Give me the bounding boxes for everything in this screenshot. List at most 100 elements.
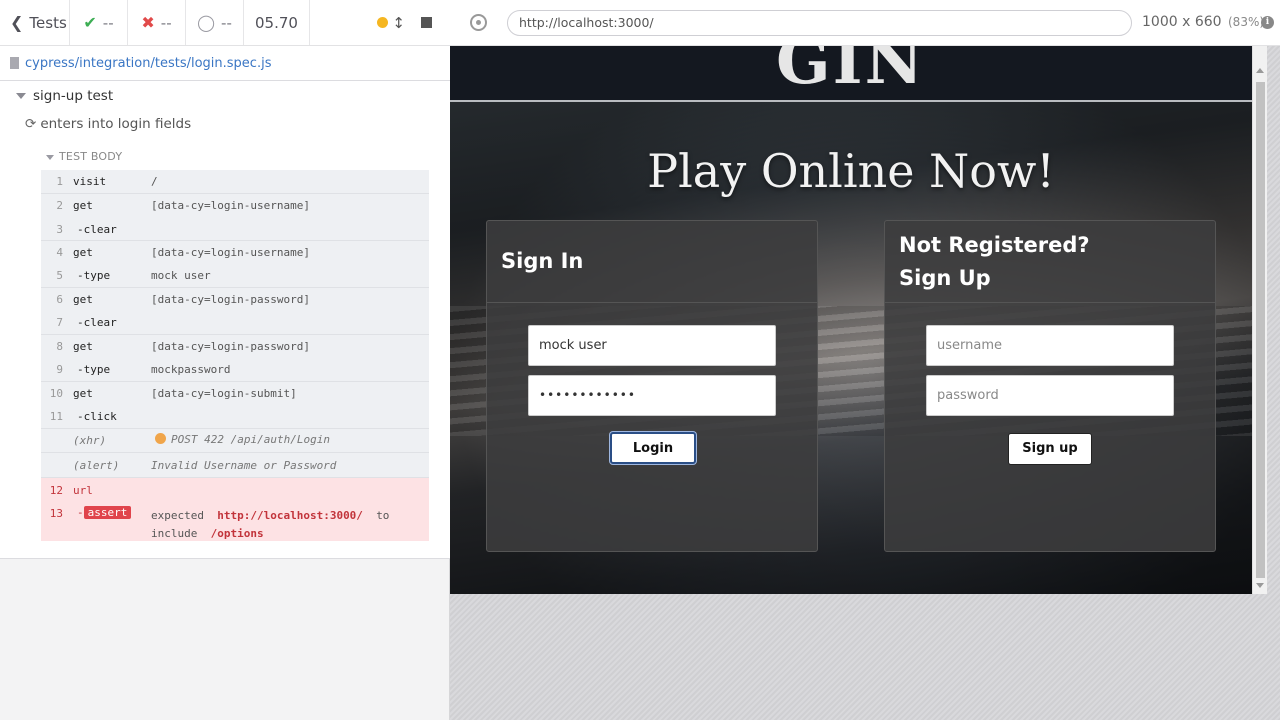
selector-playground-icon[interactable] [470,14,487,31]
command-number: 2 [56,199,63,212]
test-body-label: TEST BODY [59,150,123,163]
command-name: -type [77,269,111,282]
spec-file-row: cypress/integration/tests/login.spec.js [0,46,450,81]
sign-up-card: Not Registered? Sign Up username passwor… [884,220,1216,552]
command-number: 6 [56,293,63,306]
test-title[interactable]: ⟳ enters into login fields [25,116,191,132]
chevron-left-icon: ❮ [10,13,24,32]
login-username-input[interactable]: mock user [528,325,776,366]
xhr-row[interactable]: (xhr) POST 422 /api/auth/Login [41,429,429,453]
command-message: [data-cy=login-submit] [151,387,297,400]
app-under-test: GIN Play Online Now! Sign In mock user •… [450,46,1252,594]
command-name: -type [77,363,111,376]
vertical-arrows-icon: ↕ [392,13,405,32]
command-message: mock user [151,269,211,282]
command-message: [data-cy=login-username] [151,246,310,259]
sign-up-button[interactable]: Sign up [1008,433,1092,465]
refresh-icon: ⟳ [25,116,37,132]
sign-in-card: Sign In mock user •••••••••••• Login [486,220,818,552]
info-icon[interactable]: i [1261,16,1274,29]
command-number: 13 [49,507,63,520]
sign-up-title-line1: Not Registered? [899,232,1090,257]
signup-password-input[interactable]: password [926,375,1174,416]
command-number: 7 [56,316,63,329]
xhr-status-icon [155,433,166,444]
preview-header: http://localhost:3000/ 1000 x 660 (83%) … [450,0,1280,46]
failed-command-group[interactable]: 12 url 13 - assert expected http://localh… [41,478,429,541]
circle-pending-icon: ◯ [197,13,216,32]
command-number: 12 [49,484,63,497]
alert-row[interactable]: (alert) Invalid Username or Password [41,453,429,478]
command-group[interactable]: 8 get [data-cy=login-password] 9 -type m… [41,335,429,382]
pending-count: ◯ -- [186,0,244,45]
command-number: 8 [56,340,63,353]
reporter-panel: ❮ Tests ✔ -- ✖ -- ◯ -- 05.70 ↕ cypress/i… [0,0,450,720]
command-name: url [73,484,93,497]
command-message: [data-cy=login-password] [151,293,310,306]
login-button[interactable]: Login [610,432,696,464]
caret-down-icon [16,93,26,99]
x-icon: ✖ [141,13,155,32]
command-name: get [73,246,93,259]
sign-up-title: Not Registered? Sign Up [885,221,1215,303]
auto-scroll-toggle[interactable]: ↕ [377,14,405,32]
command-row[interactable]: 1 visit / [41,170,429,194]
scroll-up-icon[interactable] [1256,68,1264,73]
command-group[interactable]: 2 get [data-cy=login-username] 3 -clear [41,194,429,241]
command-message: mockpassword [151,363,231,376]
command-group[interactable]: 6 get [data-cy=login-password] 7 -clear [41,288,429,335]
file-icon [10,57,19,69]
command-log: 1 visit / 2 get [data-cy=login-username]… [41,170,429,541]
command-name: (xhr) [73,434,107,447]
command-message: [data-cy=login-username] [151,199,310,212]
assert-to: to [376,509,390,522]
command-message: [data-cy=login-password] [151,340,310,353]
suite-title[interactable]: sign-up test [16,88,113,104]
assert-badge: assert [83,506,132,519]
command-number: 1 [56,175,63,188]
command-number: 3 [56,223,63,236]
running-status-icon [377,17,389,28]
viewport-dimensions: 1000 x 660 [1142,14,1222,30]
scroll-thumb[interactable] [1256,82,1265,578]
spec-file-link[interactable]: cypress/integration/tests/login.spec.js [25,56,271,71]
sign-in-title: Sign In [487,221,817,303]
app-logo: GIN [776,46,926,99]
pending-count-value: -- [221,13,232,32]
vertical-scrollbar[interactable] [1252,46,1267,594]
command-message: / [151,175,158,188]
command-name: (alert) [73,459,120,472]
command-name: get [73,293,93,306]
app-navbar: GIN [450,46,1252,102]
viewport-scale: (83%) [1228,15,1265,29]
command-number: 11 [49,410,63,423]
back-to-tests-label: Tests [29,13,67,32]
url-field[interactable]: http://localhost:3000/ [507,10,1132,36]
app-preview: http://localhost:3000/ 1000 x 660 (83%) … [450,0,1280,720]
command-name: -clear [77,223,117,236]
xhr-message: POST 422 /api/auth/Login [171,433,330,446]
command-group[interactable]: 4 get [data-cy=login-username] 5 -type m… [41,241,429,288]
command-name: get [73,387,93,400]
command-number: 4 [56,246,63,259]
test-body-header[interactable]: TEST BODY [46,150,122,163]
caret-down-icon [46,154,54,160]
command-message: Invalid Username or Password [151,459,337,472]
failed-count-value: -- [160,13,172,32]
scroll-down-icon[interactable] [1256,583,1264,588]
command-name: -click [77,410,117,423]
command-name: -clear [77,316,117,329]
login-password-input[interactable]: •••••••••••• [528,375,776,416]
viewport-size: 1000 x 660 (83%) [1142,14,1264,30]
command-name: get [73,340,93,353]
back-to-tests-button[interactable]: ❮ Tests [0,0,70,45]
stop-icon[interactable] [421,17,432,28]
signup-username-input[interactable]: username [926,325,1174,366]
assert-include: include [151,527,198,540]
command-group[interactable]: 10 get [data-cy=login-submit] 11 -click [41,382,429,429]
passed-count-value: -- [102,13,114,32]
failed-count: ✖ -- [128,0,186,45]
command-name: get [73,199,93,212]
command-name: visit [73,175,107,188]
command-number: 9 [56,363,63,376]
